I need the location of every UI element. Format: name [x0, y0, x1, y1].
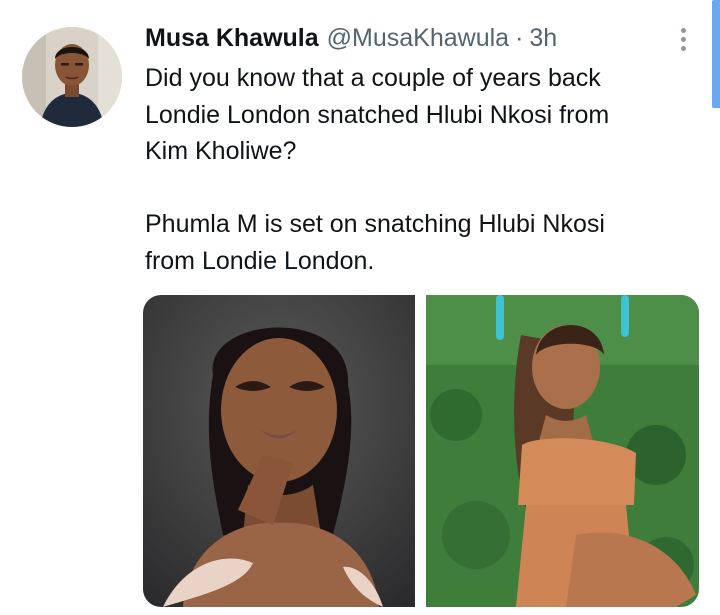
tweet[interactable]: Musa Khawula @MusaKhawula · 3h Did you k…	[0, 0, 720, 615]
tweet-header: Musa Khawula @MusaKhawula · 3h	[145, 22, 557, 54]
tweet-text-line: from Londie London.	[145, 246, 375, 275]
tweet-text-line: Londie London snatched Hlubi Nkosi from	[145, 100, 610, 129]
author-name[interactable]: Musa Khawula	[145, 22, 319, 54]
tweet-text-line: Kim Kholiwe?	[145, 137, 297, 165]
media-photo-1[interactable]	[143, 295, 415, 607]
author-handle[interactable]: @MusaKhawula	[327, 22, 509, 54]
avatar[interactable]	[22, 27, 122, 127]
more-vertical-icon[interactable]	[672, 24, 694, 54]
separator: ·	[515, 24, 524, 52]
paragraph-break	[145, 170, 705, 207]
media-grid	[143, 295, 699, 607]
tweet-text: Did you know that a couple of years back…	[145, 60, 705, 279]
tweet-text-line: Phumla M is set on snatching Hlubi Nkosi	[145, 210, 605, 238]
media-photo-2[interactable]	[426, 295, 699, 607]
tweet-text-line: Did you know that a couple of years back	[145, 64, 601, 92]
timestamp[interactable]: 3h	[529, 22, 557, 54]
scrollbar-thumb[interactable]	[712, 0, 720, 108]
